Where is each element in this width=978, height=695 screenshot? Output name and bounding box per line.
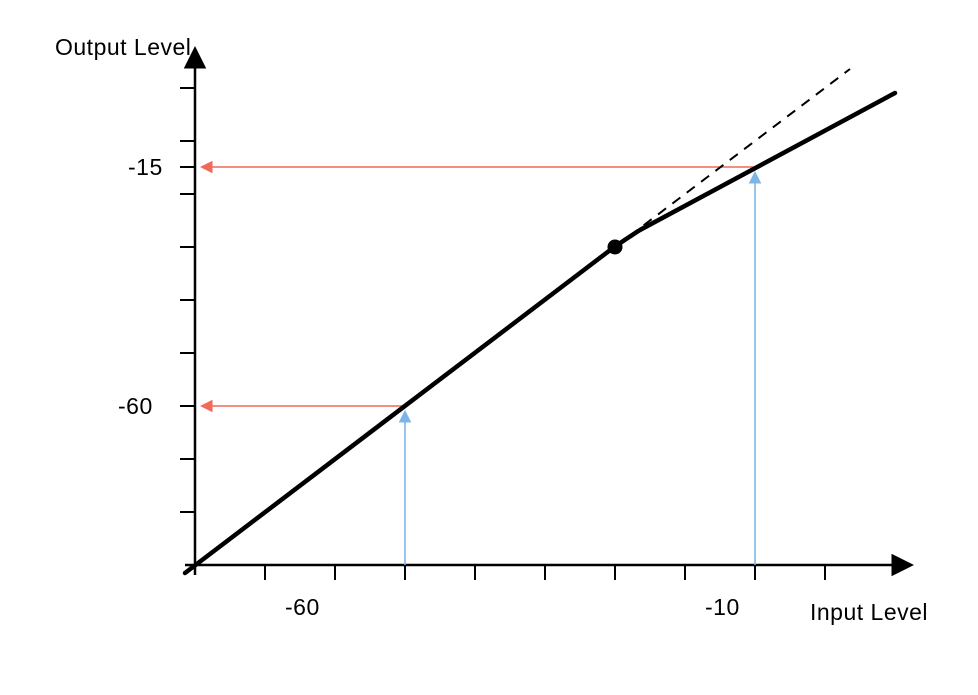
x-ticks xyxy=(265,565,825,580)
unity-line-dashed xyxy=(615,69,850,247)
y-tick-label-60: -60 xyxy=(118,393,153,419)
x-tick-label-60: -60 xyxy=(285,594,320,620)
y-axis-label: Output Level xyxy=(55,34,191,60)
compressor-curve xyxy=(185,93,895,573)
chart-svg: Output Level Input Level -15 -60 -60 -10 xyxy=(0,0,978,695)
x-tick-label-10: -10 xyxy=(705,594,740,620)
knee-point xyxy=(608,240,623,255)
chart-container: Output Level Input Level -15 -60 -60 -10 xyxy=(0,0,978,695)
x-axis-label: Input Level xyxy=(810,599,928,625)
y-ticks xyxy=(180,88,195,512)
y-tick-label-15: -15 xyxy=(128,154,163,180)
